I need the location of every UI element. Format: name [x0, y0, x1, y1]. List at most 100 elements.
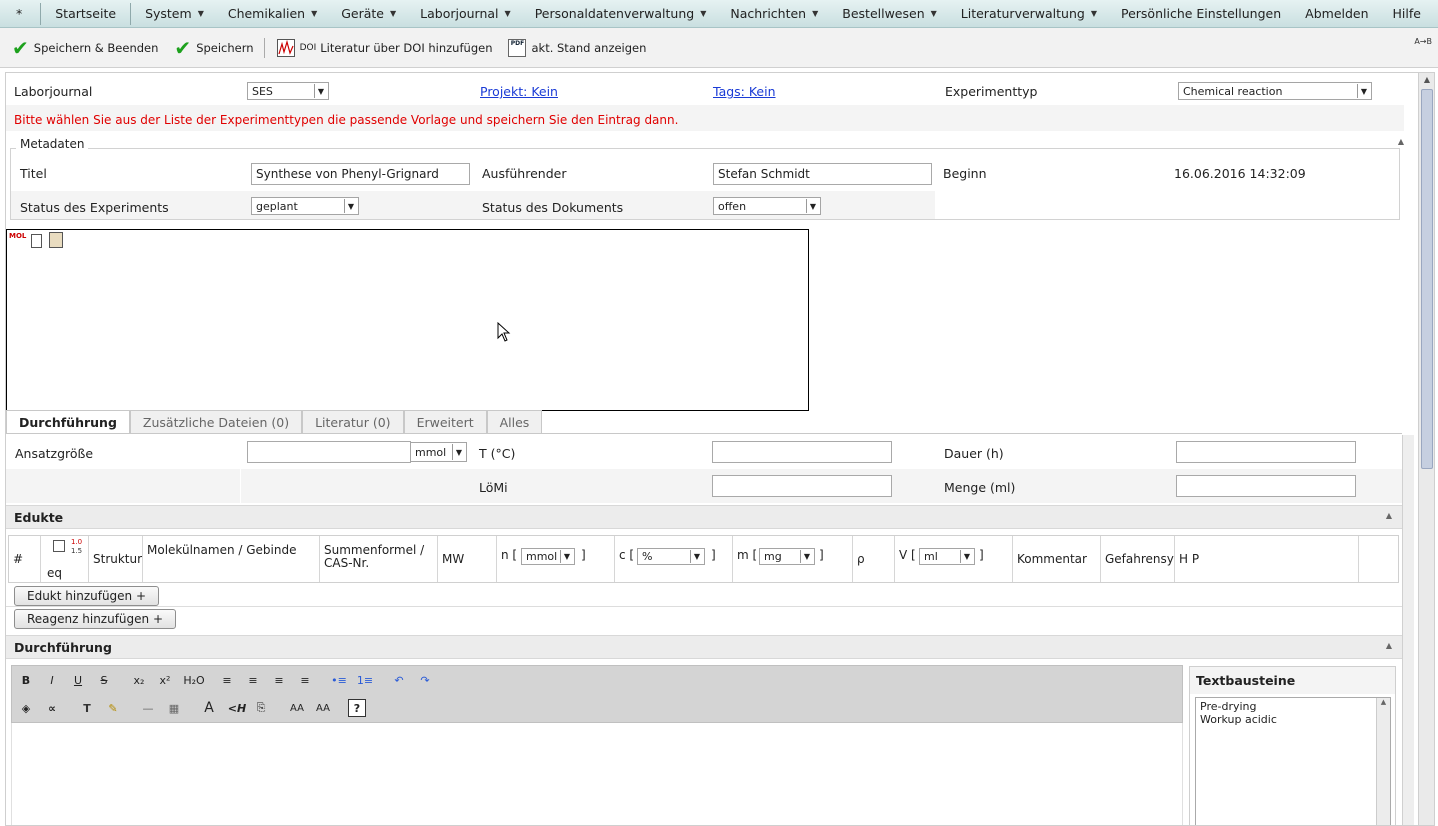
chevron-down-icon: ▼ — [390, 9, 397, 18]
superscript-icon[interactable]: x² — [156, 671, 174, 689]
bold-icon[interactable]: B — [17, 671, 35, 689]
paste-icon[interactable]: ⎘ — [252, 699, 270, 717]
text-color-icon[interactable]: T — [78, 699, 96, 717]
chevron-down-icon: ▼ — [1090, 9, 1097, 18]
snippet-item[interactable]: Pre-drying — [1200, 700, 1386, 713]
table-icon[interactable]: ▦ — [165, 699, 183, 717]
tab-durchfuehrung[interactable]: Durchführung — [6, 410, 130, 433]
procedure-editor[interactable] — [11, 723, 1183, 825]
performer-label: Ausführender — [482, 166, 567, 181]
object-icon[interactable]: ◈ — [17, 699, 35, 717]
bullet-list-icon[interactable]: •≡ — [330, 671, 348, 689]
highlight-icon[interactable]: ✎ — [104, 699, 122, 717]
amount-field[interactable] — [1176, 475, 1356, 497]
col-m: m [ mg ▼ ] — [733, 536, 853, 582]
duration-field[interactable] — [1176, 441, 1356, 463]
strikethrough-icon[interactable]: S — [95, 671, 113, 689]
menu-system[interactable]: System ▼ — [133, 0, 216, 27]
m-unit-select[interactable]: mg ▼ — [759, 548, 815, 565]
show-state-button[interactable]: PDF akt. Stand anzeigen — [504, 36, 650, 60]
redo-icon[interactable]: ↷ — [416, 671, 434, 689]
add-doi-button[interactable]: DOI Literatur über DOI hinzufügen — [273, 36, 497, 60]
paste-icon[interactable] — [49, 232, 63, 248]
italic-icon[interactable]: I — [43, 671, 61, 689]
collapse-icon[interactable]: ▲ — [1386, 511, 1392, 520]
alpha-icon[interactable]: ∝ — [43, 699, 61, 717]
performer-field[interactable]: Stefan Schmidt — [713, 163, 932, 185]
align-left-icon[interactable]: ≡ — [218, 671, 236, 689]
snippets-scrollbar[interactable]: ▲ — [1376, 698, 1390, 825]
doc-status-select[interactable]: offen ▼ — [713, 197, 821, 215]
n-unit-select[interactable]: mmol ▼ — [521, 548, 575, 565]
v-unit-select[interactable]: ml ▼ — [919, 548, 975, 565]
collapse-icon[interactable]: ▲ — [1386, 641, 1392, 650]
chevron-down-icon: ▼ — [799, 550, 810, 563]
structure-canvas[interactable]: MOL — [6, 229, 809, 411]
tab-dateien[interactable]: Zusätzliche Dateien (0) — [129, 410, 303, 433]
temp-field[interactable] — [712, 441, 892, 463]
procedure-header[interactable]: Durchführung ▲ — [6, 635, 1402, 659]
batch-unit-select[interactable]: mmol ▼ — [410, 442, 467, 462]
educts-header[interactable]: Edukte ▲ — [6, 505, 1402, 529]
ab-toggle[interactable]: A→B — [1414, 37, 1432, 46]
menu-startseite[interactable]: Startseite — [43, 0, 128, 27]
menu-bestellwesen[interactable]: Bestellwesen ▼ — [830, 0, 949, 27]
batch-field[interactable] — [247, 441, 411, 463]
align-right-icon[interactable]: ≡ — [270, 671, 288, 689]
add-reagent-button[interactable]: Reagenz hinzufügen + — [14, 609, 177, 629]
menu-geraete[interactable]: Geräte ▼ — [329, 0, 408, 27]
menu-personaldaten[interactable]: Personaldatenverwaltung ▼ — [523, 0, 719, 27]
font-larger-icon[interactable]: AA — [286, 699, 308, 717]
snippet-item[interactable]: Workup acidic — [1200, 713, 1386, 726]
special-char-icon[interactable]: A — [200, 699, 218, 717]
save-close-button[interactable]: ✔ Speichern & Beenden — [8, 36, 162, 60]
font-smaller-icon[interactable]: AA — [312, 699, 334, 717]
chevron-down-icon: ▼ — [689, 550, 700, 563]
menu-laborjournal[interactable]: Laborjournal ▼ — [408, 0, 523, 27]
divider — [6, 606, 1402, 607]
temp-label: T (°C) — [479, 446, 516, 461]
horizontal-rule-icon[interactable]: — — [139, 699, 157, 717]
exp-status-select[interactable]: geplant ▼ — [251, 197, 359, 215]
inner-scrollbar[interactable] — [1402, 435, 1414, 825]
page-scrollbar[interactable]: ▲ — [1418, 73, 1434, 825]
exp-type-select[interactable]: Chemical reaction ▼ — [1178, 82, 1372, 100]
title-field[interactable]: Synthese von Phenyl-Grignard — [251, 163, 470, 185]
mol-icon[interactable]: MOL — [9, 232, 26, 248]
tags-link[interactable]: Tags: Kein — [713, 84, 776, 99]
align-center-icon[interactable]: ≡ — [244, 671, 262, 689]
menu-nachrichten[interactable]: Nachrichten ▼ — [718, 0, 830, 27]
help-icon[interactable]: ? — [348, 699, 366, 717]
menu-einstellungen[interactable]: Persönliche Einstellungen — [1109, 0, 1293, 27]
align-justify-icon[interactable]: ≡ — [296, 671, 314, 689]
select-all-checkbox[interactable] — [53, 540, 65, 552]
collapse-icon[interactable]: ▲ — [1398, 137, 1404, 146]
numbered-list-icon[interactable]: 1≡ — [356, 671, 374, 689]
subscript-icon[interactable]: x₂ — [130, 671, 148, 689]
underline-icon[interactable]: U — [69, 671, 87, 689]
menu-literatur[interactable]: Literaturverwaltung ▼ — [949, 0, 1109, 27]
scroll-thumb[interactable] — [1421, 89, 1433, 469]
menu-chemikalien[interactable]: Chemikalien ▼ — [216, 0, 329, 27]
scroll-up-icon[interactable]: ▲ — [1419, 73, 1434, 87]
tab-alles[interactable]: Alles — [486, 410, 543, 433]
undo-icon[interactable]: ↶ — [390, 671, 408, 689]
add-educt-button[interactable]: Edukt hinzufügen + — [14, 586, 160, 606]
menu-star[interactable]: * — [0, 0, 38, 27]
project-link[interactable]: Projekt: Kein — [480, 84, 558, 99]
menu-hilfe[interactable]: Hilfe — [1381, 0, 1433, 27]
col-eq: 1.0 1.5 eq — [41, 536, 89, 582]
journal-select[interactable]: SES ▼ — [247, 82, 329, 100]
copy-icon[interactable] — [31, 234, 42, 248]
tab-literatur[interactable]: Literatur (0) — [302, 410, 404, 433]
start-value: 16.06.2016 14:32:09 — [1174, 166, 1306, 181]
snippets-list[interactable]: Pre-drying Workup acidic ▲ — [1195, 697, 1391, 825]
html-icon[interactable]: <H — [226, 699, 248, 717]
menu-abmelden[interactable]: Abmelden — [1293, 0, 1380, 27]
c-unit-select[interactable]: % ▼ — [637, 548, 705, 565]
save-button[interactable]: ✔ Speichern — [170, 36, 257, 60]
solvent-field[interactable] — [712, 475, 892, 497]
tab-erweitert[interactable]: Erweitert — [403, 410, 487, 433]
toolbar-separator — [263, 37, 265, 58]
chem-formula-icon[interactable]: H₂O — [182, 671, 206, 689]
